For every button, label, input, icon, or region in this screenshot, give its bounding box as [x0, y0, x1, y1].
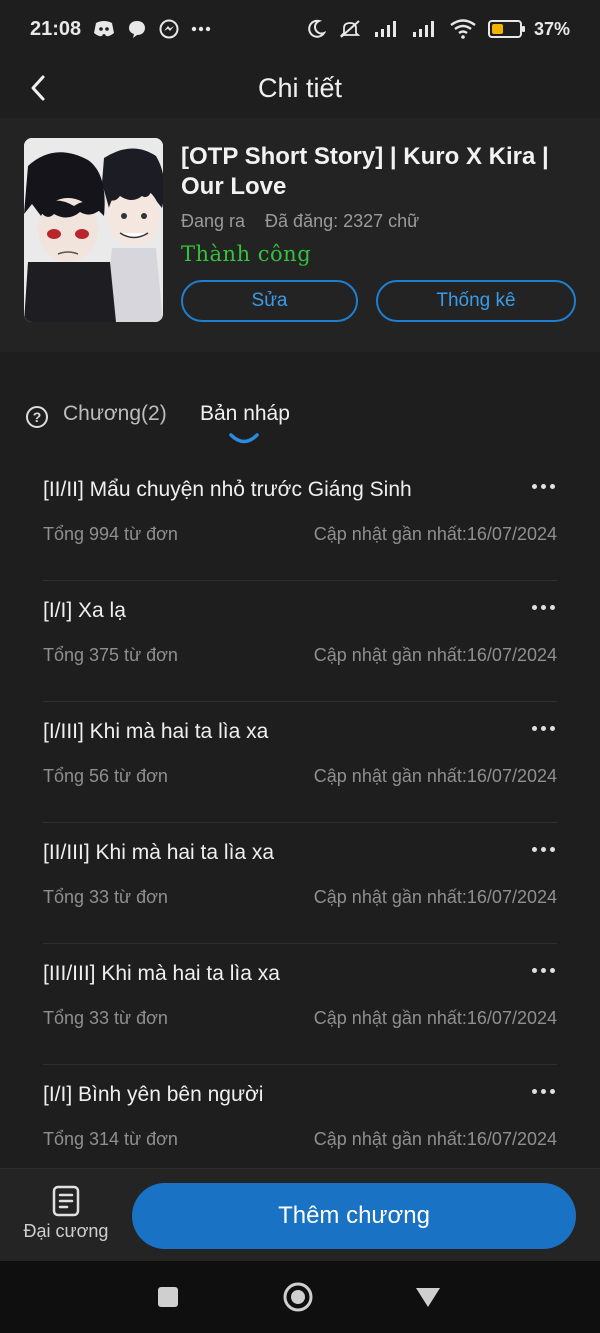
draft-word-count: Tổng 375 từ đơn [43, 645, 178, 665]
more-options-icon[interactable] [529, 595, 557, 619]
draft-title: [I/I] Bình yên bên người [43, 1083, 264, 1106]
story-status: Đang ra [181, 211, 246, 231]
edit-button[interactable]: Sửa [181, 280, 358, 322]
battery-icon [487, 20, 525, 38]
app-header: Chi tiết [0, 58, 600, 118]
tab-chapters[interactable]: Chương(2) [63, 402, 167, 426]
more-options-icon[interactable] [529, 474, 557, 498]
draft-updated: Cập nhật gần nhất:16/07/2024 [313, 1008, 557, 1028]
signal-icon [374, 20, 400, 38]
draft-title: [II/II] Mẩu chuyện nhỏ trước Giáng Sinh [43, 478, 412, 501]
more-options-icon[interactable] [529, 716, 557, 740]
draft-title: [III/III] Khi mà hai ta lìa xa [43, 962, 280, 985]
clock: 21:08 [30, 17, 82, 40]
draft-title: [I/III] Khi mà hai ta lìa xa [43, 720, 269, 743]
add-chapter-button[interactable]: Thêm chương [132, 1183, 576, 1249]
status-bar-left: 21:08 [30, 18, 211, 41]
wifi-icon [450, 19, 476, 39]
story-cover-image[interactable] [24, 138, 163, 322]
chat-bubble-icon [127, 19, 147, 39]
bottom-action-bar: Đại cương Thêm chương [0, 1168, 600, 1261]
home-button[interactable] [282, 1281, 314, 1313]
draft-updated: Cập nhật gần nhất:16/07/2024 [313, 524, 557, 544]
draft-word-count: Tổng 994 từ đơn [43, 524, 178, 544]
draft-word-count: Tổng 33 từ đơn [43, 887, 168, 907]
more-options-icon[interactable] [529, 1079, 557, 1103]
active-tab-indicator [229, 433, 259, 444]
tab-drafts[interactable]: Bản nháp [200, 402, 290, 426]
help-icon[interactable]: ? [26, 406, 48, 428]
draft-word-count: Tổng 33 từ đơn [43, 1008, 168, 1028]
draft-row[interactable]: [I/I] Xa lạ Tổng 375 từ đơn Cập nhật gần… [43, 581, 557, 702]
circle-icon [283, 1282, 313, 1312]
page-title: Chi tiết [257, 72, 343, 103]
back-button[interactable] [18, 68, 58, 108]
draft-list: [II/II] Mẩu chuyện nhỏ trước Giáng Sinh … [43, 460, 557, 1186]
messenger-icon [159, 19, 179, 39]
back-nav-button[interactable] [412, 1281, 444, 1313]
more-options-icon[interactable] [529, 837, 557, 861]
draft-title: [I/I] Xa lạ [43, 599, 126, 622]
outline-button[interactable]: Đại cương [16, 1185, 116, 1251]
discord-icon [93, 20, 115, 38]
draft-updated: Cập nhật gần nhất:16/07/2024 [313, 1129, 557, 1149]
signal-icon-2 [412, 20, 438, 38]
outline-label: Đại cương [23, 1221, 109, 1241]
publish-result: Thành công [181, 242, 312, 266]
draft-title: [II/III] Khi mà hai ta lìa xa [43, 841, 275, 864]
stats-button[interactable]: Thống kê [376, 280, 576, 322]
story-meta: Đang ra Đã đăng: 2327 chữ [181, 211, 419, 232]
more-options-icon[interactable] [529, 958, 557, 982]
draft-row[interactable]: [II/II] Mẩu chuyện nhỏ trước Giáng Sinh … [43, 460, 557, 581]
draft-row[interactable]: [II/III] Khi mà hai ta lìa xa Tổng 33 từ… [43, 823, 557, 944]
square-icon [158, 1287, 178, 1307]
story-word-count: Đã đăng: 2327 chữ [265, 211, 420, 231]
mute-vibrate-icon [338, 19, 362, 39]
story-summary: [OTP Short Story] | Kuro X Kira | Our Lo… [0, 118, 600, 352]
document-icon [52, 1185, 80, 1217]
system-navigation-bar [0, 1261, 600, 1333]
draft-updated: Cập nhật gần nhất:16/07/2024 [313, 645, 557, 665]
draft-word-count: Tổng 314 từ đơn [43, 1129, 178, 1149]
story-title: [OTP Short Story] | Kuro X Kira | Our Lo… [181, 143, 549, 200]
tab-bar: ? Chương(2) Bản nháp [0, 388, 600, 452]
recents-button[interactable] [152, 1281, 184, 1313]
chevron-left-icon [31, 75, 45, 101]
draft-row[interactable]: [I/III] Khi mà hai ta lìa xa Tổng 56 từ … [43, 702, 557, 823]
draft-updated: Cập nhật gần nhất:16/07/2024 [313, 766, 557, 786]
status-bar: 21:08 37% [0, 0, 600, 58]
triangle-down-icon [416, 1288, 440, 1307]
moon-icon [306, 19, 326, 39]
draft-row[interactable]: [III/III] Khi mà hai ta lìa xa Tổng 33 t… [43, 944, 557, 1065]
battery-percent: 37% [533, 18, 570, 39]
more-icon [191, 26, 211, 32]
draft-updated: Cập nhật gần nhất:16/07/2024 [313, 887, 557, 907]
draft-word-count: Tổng 56 từ đơn [43, 766, 168, 786]
status-bar-right: 37% [306, 19, 570, 40]
